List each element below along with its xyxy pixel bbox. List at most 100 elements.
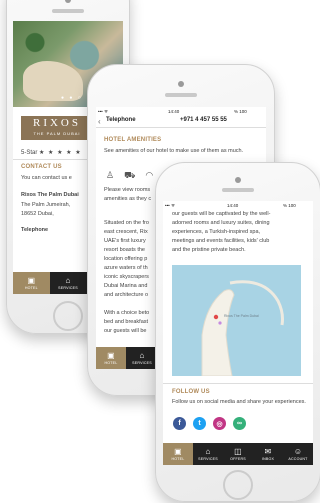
description-line: resort boasts the [104, 247, 145, 253]
services-icon: ⌂ [65, 276, 71, 285]
description-line: experiences, a Turkish-inspired spa, [172, 229, 261, 235]
car-icon: ⛟ [124, 170, 136, 180]
telephone-value[interactable]: +971 4 457 55 55 [180, 117, 227, 123]
services-icon: ⌂ [205, 447, 211, 456]
description-line: our guests will be [104, 328, 147, 334]
hotel-icon: ▣ [174, 447, 182, 456]
tab-services[interactable]: ⌂ SERVICES [193, 443, 223, 465]
status-bar: ••• ᯤ 14:40 % 100 [96, 107, 266, 115]
tab-account[interactable]: ☺ ACCOUNT [283, 443, 313, 465]
telephone-label: Telephone [106, 117, 136, 123]
address-name: Rixos The Palm Dubai [21, 192, 79, 198]
map-poi-icon [218, 321, 222, 325]
location-map[interactable]: Rixos The Palm Dubai [172, 265, 301, 376]
hotel-icon: ▣ [107, 351, 115, 360]
description-line: azure waters of th [104, 265, 148, 271]
clock: 14:40 [168, 109, 180, 114]
tab-label: SERVICES [132, 361, 152, 365]
hotel-rating: 5-Star ★ ★ ★ ★ ★ [21, 149, 82, 156]
carousel-dots[interactable]: ● ● ○ [61, 95, 83, 101]
tripadvisor-icon[interactable]: ∞ [233, 417, 246, 430]
description-line: adorned rooms and luxury suites, dining [172, 220, 270, 226]
tab-label: HOTEL [24, 286, 38, 290]
description-paragraph: Situated on the fro east crescent, Rix U… [104, 219, 149, 300]
description-paragraph-2: With a choice beto bed and breakfast our… [104, 309, 149, 336]
earpiece-speaker [52, 9, 84, 13]
map-pin-icon[interactable] [213, 314, 219, 320]
contact-text: You can contact us e [21, 175, 72, 181]
contact-title: CONTACT US [21, 164, 62, 170]
wifi-icon: ◠ [145, 170, 154, 180]
description-line: With a choice beto [104, 310, 150, 316]
signal-icon: ••• ᯤ [98, 109, 109, 114]
tab-label: INBOX [261, 457, 275, 461]
description-line: UAE's first luxury [104, 238, 146, 244]
front-camera [235, 177, 241, 183]
social-links: f t ◎ ∞ [173, 417, 246, 430]
instagram-icon[interactable]: ◎ [213, 417, 226, 430]
back-arrow-icon[interactable]: ‹ [98, 117, 101, 126]
amenities-title: HOTEL AMENITIES [104, 137, 162, 143]
tab-label: HOTEL [104, 361, 118, 365]
home-button[interactable] [223, 470, 253, 500]
home-button[interactable] [53, 301, 83, 331]
front-camera [65, 0, 71, 3]
front-camera [178, 81, 184, 87]
description-paragraph: our guests will be captivated by the wel… [172, 210, 308, 255]
phone-mockup-map-social: ••• ᯤ 14:40 % 100 our guests will be cap… [155, 162, 320, 502]
facebook-icon[interactable]: f [173, 417, 186, 430]
description-line: bed and breakfast [104, 319, 149, 325]
map-svg [201, 280, 284, 376]
battery-indicator: % 100 [283, 203, 296, 208]
tab-services[interactable]: ⌂ SERVICES [50, 272, 87, 294]
tab-label: HOTEL [171, 457, 185, 461]
address-line1: The Palm Jumeirah, [21, 202, 71, 208]
tab-hotel[interactable]: ▣ HOTEL [163, 443, 193, 465]
tab-bar: ▣ HOTEL ⌂ SERVICES ◫ OFFERS ✉ INBOX ☺ AC… [163, 443, 313, 465]
tab-label: SERVICES [198, 457, 218, 461]
description-line: east crescent, Rix [104, 229, 148, 235]
description-line: location offering p [104, 256, 148, 262]
divider [163, 383, 313, 384]
description-line: meetings and events facilities, kids' cl… [172, 238, 270, 244]
rooms-text: Please view rooms [104, 187, 151, 193]
follow-text: Follow us on social media and share your… [172, 399, 306, 405]
amenity-icons: ♙ ⛟ ◠ [106, 170, 153, 182]
status-bar: ••• ᯤ 14:40 % 100 [163, 201, 313, 209]
rooms-text-2: amenities as they c [104, 196, 152, 202]
room-service-icon: ♙ [106, 170, 115, 180]
description-line: our guests will be captivated by the wel… [172, 211, 271, 217]
description-line: iconic skyscrapers [104, 274, 149, 280]
battery-indicator: % 100 [234, 109, 247, 114]
hotel-icon: ▣ [27, 276, 36, 285]
description-line: and architecture o [104, 292, 149, 298]
offers-icon: ◫ [234, 447, 242, 456]
twitter-icon[interactable]: t [193, 417, 206, 430]
hotel-logo: RIXOS THE PALM DUBAI [21, 116, 93, 140]
tab-offers[interactable]: ◫ OFFERS [223, 443, 253, 465]
phone3-screen: ••• ᯤ 14:40 % 100 our guests will be cap… [163, 201, 313, 465]
logo-title: RIXOS [32, 117, 81, 129]
tab-services[interactable]: ⌂ SERVICES [126, 347, 158, 369]
tab-label: ACCOUNT [288, 457, 308, 461]
tab-inbox[interactable]: ✉ INBOX [253, 443, 283, 465]
tab-label: OFFERS [230, 457, 246, 461]
address-line2: 18652 Dubai, [21, 211, 54, 217]
follow-title: FOLLOW US [172, 389, 210, 395]
rating-stars: ★ ★ ★ ★ ★ [39, 150, 82, 156]
logo-subtitle: THE PALM DUBAI [33, 131, 81, 136]
account-icon: ☺ [293, 447, 303, 456]
tab-hotel[interactable]: ▣ HOTEL [96, 347, 126, 369]
earpiece-speaker [222, 188, 254, 192]
signal-icon: ••• ᯤ [165, 203, 176, 208]
description-line: and the pristine private beach. [172, 247, 246, 253]
clock: 14:40 [227, 203, 239, 208]
rating-label: 5-Star [21, 150, 38, 156]
description-line: Situated on the fro [104, 220, 149, 226]
telephone-label: Telephone [21, 227, 49, 233]
earpiece-speaker [165, 93, 197, 97]
tab-hotel[interactable]: ▣ HOTEL [13, 272, 50, 294]
island-land [201, 289, 235, 376]
services-icon: ⌂ [139, 351, 145, 360]
inbox-icon: ✉ [264, 447, 272, 456]
